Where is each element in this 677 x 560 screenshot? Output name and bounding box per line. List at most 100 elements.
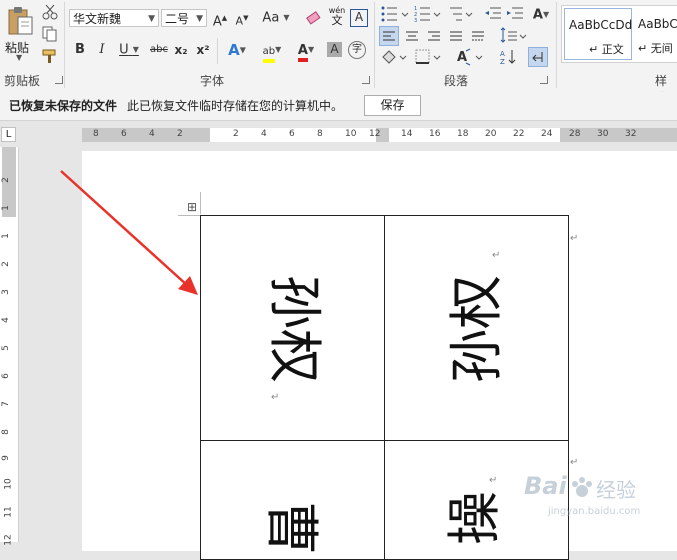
style-item-no-spacing[interactable]: AaBbC ↵ 无间 xyxy=(634,8,677,58)
crop-mark xyxy=(178,215,200,216)
style-preview: AaBbC xyxy=(638,17,677,31)
ruler-tick-label: 24 xyxy=(541,129,553,139)
svg-text:A: A xyxy=(500,50,505,58)
subscript-button[interactable]: x₂ xyxy=(172,40,190,60)
vertical-ruler[interactable]: 2 1 1 2 3 4 5 6 7 8 9 10 11 12 xyxy=(0,147,19,546)
table-cell[interactable]: 孙权 ↵ xyxy=(384,215,569,441)
paragraph-launcher-icon[interactable] xyxy=(540,76,548,84)
ruler-tick-label: 7 xyxy=(0,401,11,407)
horizontal-ruler[interactable]: L 8 6 4 2 2 4 6 8 10 12 14 16 18 20 22 24 28 30 32 xyxy=(0,121,677,147)
superscript-label: x² xyxy=(196,43,210,57)
paragraph-mark-icon: ↵ xyxy=(271,392,280,403)
chevron-down-icon: ▼ xyxy=(307,45,315,54)
ruler-tick-label: 32 xyxy=(625,129,637,139)
clear-format-icon[interactable] xyxy=(305,9,323,27)
ruler-tick-label: 9 xyxy=(0,455,11,461)
borders-icon[interactable] xyxy=(414,48,446,66)
ruler-tick-label: 1 xyxy=(0,233,11,239)
paste-button[interactable]: 粘贴 ▼ xyxy=(3,3,37,62)
watermark-brand-cn: 经验 xyxy=(596,478,636,502)
chinese-layout-icon[interactable]: A xyxy=(456,48,488,66)
ruler-tick-label: 4 xyxy=(261,129,267,139)
svg-text:A: A xyxy=(457,50,467,65)
align-right-icon[interactable] xyxy=(425,27,443,45)
grow-font-button[interactable]: A▲ xyxy=(212,8,228,29)
change-case-button[interactable]: Aa ▼ xyxy=(260,8,292,28)
subscript-label: x₂ xyxy=(174,43,188,57)
multilevel-list-icon[interactable] xyxy=(448,5,482,23)
align-left-button[interactable] xyxy=(379,26,399,46)
justify-icon[interactable] xyxy=(447,27,465,45)
cell-text: 孙权 xyxy=(263,275,326,383)
cell-text: 曹 xyxy=(260,501,323,555)
strikethrough-button[interactable]: abc xyxy=(148,40,170,60)
table-cell[interactable]: 曹 xyxy=(200,440,385,560)
enclose-char-label: 字 xyxy=(352,44,362,55)
style-preview: AaBbCcDd xyxy=(569,18,633,32)
align-center-icon[interactable] xyxy=(403,27,421,45)
font-name-combo[interactable]: 华文新魏 ▼ xyxy=(69,9,159,27)
sort-icon[interactable]: AZ xyxy=(500,48,518,66)
text-effects-icon: A xyxy=(228,41,240,59)
superscript-button[interactable]: x² xyxy=(194,40,212,60)
phonetic-guide-button[interactable]: wén 文 xyxy=(328,6,346,27)
save-button[interactable]: 保存 xyxy=(364,95,421,116)
char-border-button[interactable]: A xyxy=(350,9,368,27)
ruler-tick-label: 2 xyxy=(0,261,11,267)
font-launcher-icon[interactable] xyxy=(362,76,370,84)
increase-indent-icon[interactable] xyxy=(506,5,524,23)
underline-label: U xyxy=(119,42,129,58)
ruler-text-area xyxy=(389,128,560,142)
show-marks-button[interactable] xyxy=(528,47,548,67)
underline-button[interactable]: U ▼ xyxy=(116,40,142,60)
bullets-icon[interactable] xyxy=(380,5,414,23)
table-cell[interactable]: 孙权 ↵ xyxy=(200,215,385,441)
separator xyxy=(556,2,557,88)
ruler-tick-label: 3 xyxy=(0,289,11,295)
chevron-down-icon: ▼ xyxy=(239,45,246,55)
style-item-normal[interactable]: AaBbCcDd ↵ 正文 xyxy=(564,8,632,60)
ruler-tick-label: 6 xyxy=(0,373,11,379)
asian-layout-button[interactable]: A▼ xyxy=(530,5,552,25)
chevron-down-icon: ▼ xyxy=(132,45,139,54)
tab-stop-icon: L xyxy=(5,129,12,140)
enclose-char-button[interactable]: 字 xyxy=(348,41,366,59)
ruler-tick-label: 5 xyxy=(0,345,11,351)
crop-mark xyxy=(200,192,201,214)
paragraph-group-label: 段落 xyxy=(444,74,469,88)
ruler-corner-tab[interactable]: L xyxy=(1,127,16,142)
row-end-mark-icon: ↵ xyxy=(570,233,579,244)
shrink-font-icon: A xyxy=(235,14,244,28)
italic-label: I xyxy=(99,42,105,57)
cut-icon[interactable] xyxy=(42,4,58,20)
font-color-button[interactable]: A▼ xyxy=(291,40,321,62)
shading-icon[interactable] xyxy=(380,48,412,66)
message-bar-title: 已恢复未保存的文件 xyxy=(9,99,118,113)
change-case-label: Aa xyxy=(262,10,280,26)
italic-button[interactable]: I xyxy=(94,40,110,60)
distributed-icon[interactable] xyxy=(469,27,487,45)
decrease-indent-icon[interactable] xyxy=(484,5,502,23)
clipboard-launcher-icon[interactable] xyxy=(55,76,63,84)
copy-icon[interactable] xyxy=(42,26,58,42)
separator xyxy=(217,38,218,64)
highlight-button[interactable]: ab▼ xyxy=(257,40,287,63)
ruler-tick-label: 22 xyxy=(513,129,525,139)
numbering-icon[interactable]: 123 xyxy=(414,5,448,23)
message-bar-text: 此已恢复文件临时存储在您的计算机中。 xyxy=(127,99,344,113)
shrink-font-button[interactable]: A▼ xyxy=(234,8,250,28)
char-shading-button[interactable]: A xyxy=(327,42,342,57)
font-group-label: 字体 xyxy=(200,74,225,88)
svg-text:3: 3 xyxy=(414,18,417,23)
ruler-tick-label: 18 xyxy=(457,129,469,139)
font-size-combo[interactable]: 二号 ▼ xyxy=(161,9,207,27)
cell-text: 孙权 xyxy=(445,275,508,383)
ruler-tick-label: 2 xyxy=(233,129,239,139)
style-name: ↵ 正文 xyxy=(589,43,624,56)
line-spacing-icon[interactable] xyxy=(498,27,528,45)
table-move-handle-icon[interactable]: ⊞ xyxy=(187,200,197,214)
format-painter-icon[interactable] xyxy=(42,48,58,64)
bold-button[interactable]: B xyxy=(72,40,88,60)
text-effects-button[interactable]: A▼ xyxy=(223,40,251,60)
style-gallery: AaBbCcDd ↵ 正文 AaBbC ↵ 无间 xyxy=(561,5,677,63)
